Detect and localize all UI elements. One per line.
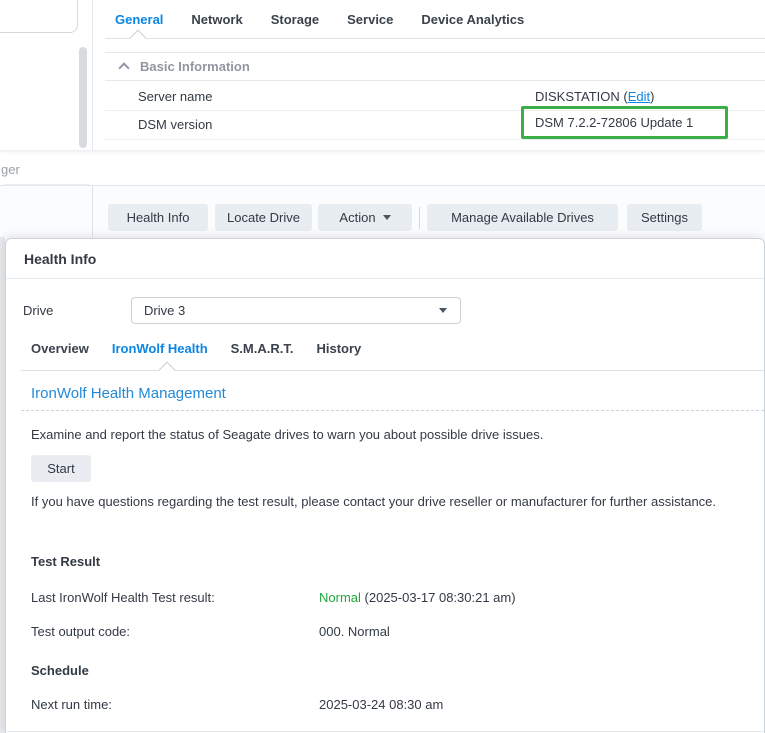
row-separator bbox=[105, 139, 765, 140]
tab-service[interactable]: Service bbox=[347, 12, 393, 27]
active-tab-notch bbox=[130, 30, 147, 47]
tab-history[interactable]: History bbox=[316, 341, 361, 356]
settings-button[interactable]: Settings bbox=[627, 204, 702, 231]
health-info-dialog: Health Info Drive Drive 3 Overview IronW… bbox=[5, 238, 765, 733]
output-code-label: Test output code: bbox=[31, 624, 130, 639]
ironwolf-heading: IronWolf Health Management bbox=[31, 385, 226, 402]
panel-divider bbox=[92, 0, 93, 150]
sidebar-scrollbar-thumb[interactable] bbox=[79, 47, 87, 148]
last-test-value: Normal (2025-03-17 08:30:21 am) bbox=[319, 590, 516, 605]
action-menu-button[interactable]: Action bbox=[318, 204, 412, 231]
server-name-value: DISKSTATION (Edit) bbox=[535, 89, 654, 104]
next-run-label: Next run time: bbox=[31, 697, 112, 712]
manage-available-drives-button[interactable]: Manage Available Drives bbox=[427, 204, 618, 231]
section-top-border bbox=[105, 52, 765, 53]
window-title-fragment: ger bbox=[1, 162, 20, 177]
last-test-label: Last IronWolf Health Test result: bbox=[31, 590, 215, 605]
tab-underline bbox=[105, 38, 765, 39]
control-panel-tab-bar: General Network Storage Service Device A… bbox=[115, 12, 524, 27]
tab-ironwolf-health[interactable]: IronWolf Health bbox=[112, 341, 208, 356]
health-info-button[interactable]: Health Info bbox=[108, 204, 208, 231]
control-panel-window: General Network Storage Service Device A… bbox=[0, 0, 765, 150]
test-result-heading: Test Result bbox=[31, 554, 100, 569]
dialog-title: Health Info bbox=[6, 239, 764, 279]
dialog-tab-bar: Overview IronWolf Health S.M.A.R.T. Hist… bbox=[31, 341, 361, 356]
edit-link[interactable]: Edit bbox=[628, 89, 650, 104]
tab-storage[interactable]: Storage bbox=[271, 12, 319, 27]
dsm-version-value: DSM 7.2.2-72806 Update 1 bbox=[535, 115, 693, 130]
locate-drive-button[interactable]: Locate Drive bbox=[215, 204, 312, 231]
dsm-version-highlight-box: DSM 7.2.2-72806 Update 1 bbox=[521, 106, 728, 139]
chevron-up-icon[interactable] bbox=[118, 62, 129, 73]
search-input-partial[interactable] bbox=[0, 0, 78, 33]
active-tab-notch bbox=[159, 362, 176, 379]
next-run-value: 2025-03-24 08:30 am bbox=[319, 697, 443, 712]
toolbar-separator bbox=[419, 207, 420, 229]
tab-smart[interactable]: S.M.A.R.T. bbox=[231, 341, 294, 356]
output-code-value: 000. Normal bbox=[319, 624, 390, 639]
tab-network[interactable]: Network bbox=[191, 12, 242, 27]
dsm-version-label: DSM version bbox=[138, 117, 212, 132]
basic-information-header[interactable]: Basic Information bbox=[140, 59, 250, 74]
content-separator bbox=[6, 731, 764, 732]
tab-overview[interactable]: Overview bbox=[31, 341, 89, 356]
reseller-note: If you have questions regarding the test… bbox=[31, 492, 728, 512]
drive-select-value: Drive 3 bbox=[144, 303, 185, 318]
start-button[interactable]: Start bbox=[31, 455, 91, 482]
tree-panel-divider bbox=[92, 186, 93, 237]
tab-general[interactable]: General bbox=[115, 12, 163, 27]
section-header-border bbox=[105, 80, 765, 81]
tab-underline bbox=[21, 370, 764, 371]
tab-device-analytics[interactable]: Device Analytics bbox=[421, 12, 524, 27]
server-name-label: Server name bbox=[138, 89, 212, 104]
drive-label: Drive bbox=[23, 298, 53, 324]
dashed-divider bbox=[21, 410, 764, 411]
caret-down-icon bbox=[383, 215, 391, 220]
status-normal: Normal bbox=[319, 590, 361, 605]
ironwolf-description: Examine and report the status of Seagate… bbox=[31, 425, 543, 445]
schedule-heading: Schedule bbox=[31, 663, 89, 678]
caret-down-icon bbox=[439, 308, 447, 313]
drive-select-dropdown[interactable]: Drive 3 bbox=[131, 297, 461, 324]
